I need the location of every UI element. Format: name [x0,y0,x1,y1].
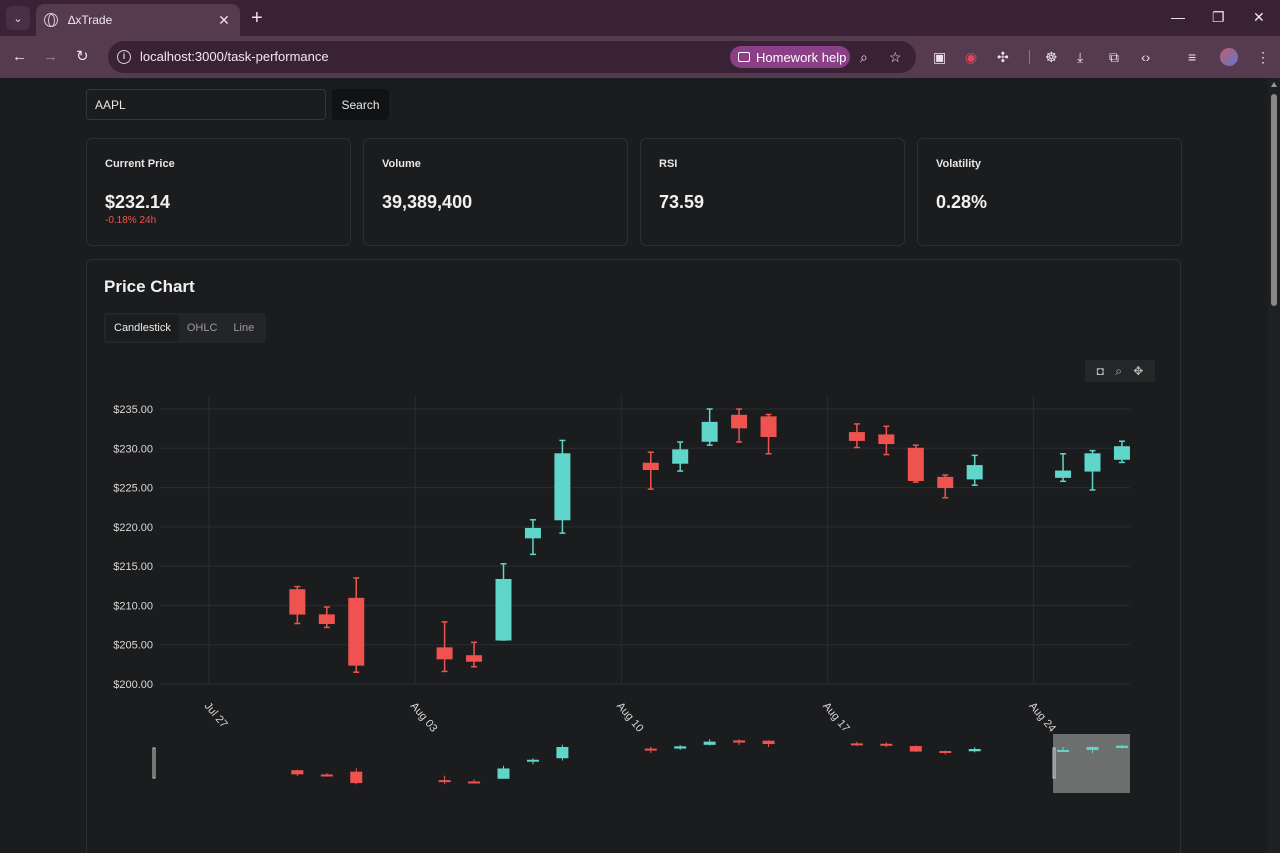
candle-body [1055,470,1072,478]
range-handle-left [152,747,156,779]
window-close-button[interactable]: ✕ [1253,9,1265,26]
x-tick-label: Jul 27 [202,700,230,730]
candle-body [495,579,512,641]
candle-body [466,655,483,662]
candle-body [966,465,983,480]
range-candle-body [526,759,539,762]
scrollbar-thumb[interactable] [1271,94,1277,306]
range-candle-body [468,781,481,784]
homework-help-label: Homework help [756,49,847,65]
profile-avatar[interactable] [1220,48,1238,66]
y-tick-label: $225.00 [113,483,153,495]
x-tick-label: Aug 03 [408,700,440,734]
y-tick-label: $230.00 [113,443,153,455]
tab-title: ∆xTrade [68,13,113,27]
candle-body [907,447,924,481]
page-content: Search Current Price $232.14 -0.18% 24h … [0,78,1268,853]
camera-search-icon [738,52,750,62]
x-tick-label: Aug 10 [614,700,646,734]
range-candle-body [291,770,304,775]
cast-icon[interactable]: ▣ [933,48,946,66]
range-candle-body [909,746,922,752]
y-tick-label: $200.00 [113,679,153,691]
y-tick-label: $210.00 [113,600,153,612]
candle-body [318,614,335,624]
browser-toolbar: ← → ↻ i localhost:3000/task-performance … [0,36,1280,78]
zoom-icon[interactable]: ⌕ [860,49,868,66]
candle-body [642,462,659,471]
globe-icon [44,13,58,27]
download-icon[interactable]: ⤓ [1077,48,1083,66]
screenshot-icon[interactable]: ⧉ [1109,48,1119,66]
new-tab-button[interactable]: + [251,8,263,28]
y-tick-label: $215.00 [113,561,153,573]
range-candle-body [350,771,363,784]
puzzle-icon[interactable]: ✣ [997,48,1009,66]
y-tick-label: $205.00 [113,640,153,652]
range-candle-body [497,768,510,779]
y-tick-label: $220.00 [113,522,153,534]
media-icon[interactable]: ≡ [1188,48,1196,66]
address-bar[interactable]: i localhost:3000/task-performance Homewo… [108,41,916,73]
tab-close-icon[interactable]: ✕ [216,12,232,29]
scroll-up-arrow[interactable] [1271,82,1277,87]
bug-icon[interactable]: ☸ [1045,48,1058,66]
tab-search-menu-icon[interactable]: ⌄ [6,6,30,30]
x-tick-label: Aug 17 [820,700,852,734]
candle-body [1113,446,1130,460]
range-candle-body [968,749,981,752]
range-candle-body [703,741,716,745]
star-icon[interactable]: ☆ [889,49,902,66]
restore-button[interactable]: ❐ [1212,9,1225,26]
browser-tab[interactable]: ∆xTrade ✕ [36,4,240,36]
range-candle-body [762,740,775,745]
x-tick-label: Aug 24 [1026,700,1058,734]
range-candle-body [320,774,333,777]
page-scrollbar[interactable] [1268,78,1280,853]
range-candle-body [644,748,657,751]
candle-body [348,597,365,666]
candle-body [672,449,689,464]
y-tick-label: $235.00 [113,404,153,416]
candle-body [436,647,453,660]
url-text[interactable]: localhost:3000/task-performance [140,49,329,64]
site-info-icon[interactable]: i [117,50,131,64]
candle-body [1084,453,1101,472]
back-button[interactable]: ← [12,47,27,67]
range-candle-body [438,780,451,783]
record-icon[interactable]: ◉ [965,48,977,66]
range-candle-body [733,740,746,743]
range-candle-body [880,743,893,746]
candle-body [524,527,541,539]
candle-body [731,414,748,429]
candle-body [878,434,895,445]
candle-body [848,432,865,441]
range-candle-body [1115,745,1128,748]
range-selection[interactable] [1053,734,1130,793]
homework-help-button[interactable]: Homework help [730,46,850,68]
candle-body [289,589,306,615]
kebab-menu-icon[interactable]: ⋮ [1256,48,1270,66]
range-candle-body [850,743,863,746]
browser-tabstrip: ⌄ ∆xTrade ✕ + — ❐ ✕ [0,0,1280,36]
range-candle-body [1057,749,1070,752]
candlestick-chart[interactable]: $200.00 $205.00 $210.00 $215.00 $220.00 $225.… [0,78,1268,853]
candle-body [701,421,718,442]
candle-body [937,476,954,489]
code-icon[interactable]: ‹› [1141,48,1150,66]
range-candle-body [939,751,952,754]
toolbar-divider [1029,50,1030,64]
range-candle-body [674,746,687,749]
reload-button[interactable]: ↻ [76,47,89,67]
candle-body [554,453,571,521]
minimize-button[interactable]: — [1171,9,1185,25]
range-candle-body [1086,746,1099,750]
forward-button[interactable]: → [43,47,58,67]
candle-body [760,416,777,438]
range-candle-body [556,746,569,759]
